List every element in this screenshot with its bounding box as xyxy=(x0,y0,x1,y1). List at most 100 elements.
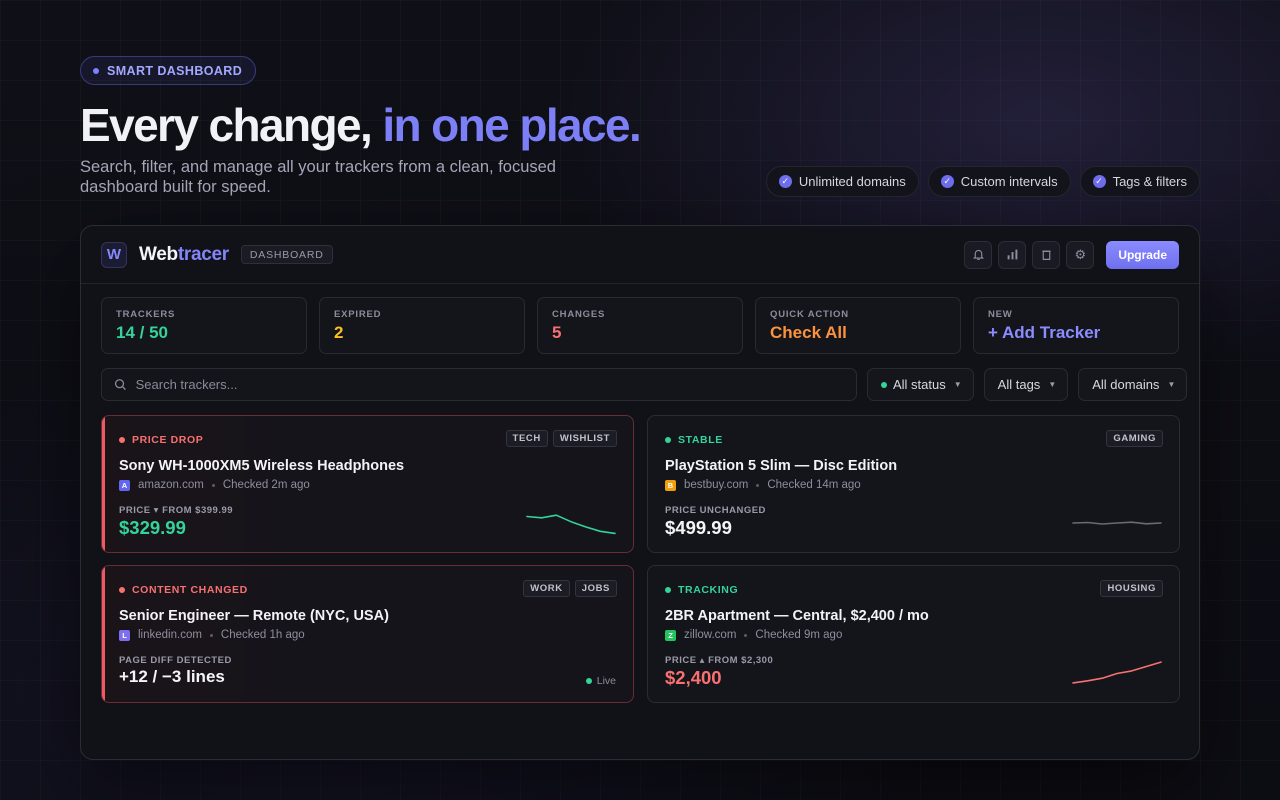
check-icon: ✓ xyxy=(778,175,792,188)
price-label: PRICE ▴ FROM $2,300 xyxy=(665,655,774,666)
eyebrow-dot xyxy=(93,67,99,74)
tracker-card-ps5[interactable]: STABLE GAMING PlayStation 5 Slim — Disc … xyxy=(647,415,1180,553)
card-status-label: STABLE xyxy=(678,434,723,446)
live-label: Live xyxy=(596,675,616,687)
top-actions: ⚙ Upgrade xyxy=(964,240,1179,269)
zillow-favicon-icon: Z xyxy=(665,629,676,641)
delete-button[interactable] xyxy=(1032,240,1061,269)
live-indicator: Live xyxy=(585,675,616,687)
card-status: PRICE DROP xyxy=(119,434,203,446)
tracker-card-linkedin[interactable]: CONTENT CHANGED WORK JOBS Senior Enginee… xyxy=(101,565,634,703)
stat-label: TRACKERS xyxy=(116,309,176,320)
status-dot xyxy=(119,587,125,593)
price-sparkline xyxy=(1072,661,1162,684)
chevron-down-icon: ▼ xyxy=(1167,380,1176,389)
search-box[interactable] xyxy=(101,368,857,401)
card-tags: HOUSING xyxy=(1100,580,1163,597)
card-checked: Checked 9m ago xyxy=(755,629,843,641)
stat-label: EXPIRED xyxy=(334,309,382,320)
stat-value: + Add Tracker xyxy=(988,323,1101,342)
status-filter[interactable]: All status ▼ xyxy=(867,368,974,401)
stat-value: 14 / 50 xyxy=(116,323,168,342)
brand-part2: tracer xyxy=(177,243,229,265)
settings-button[interactable]: ⚙ xyxy=(1066,240,1095,269)
status-dot xyxy=(881,381,887,388)
chevron-down-icon: ▼ xyxy=(953,380,962,389)
notifications-button[interactable] xyxy=(964,240,993,269)
hero-subhead: Search, filter, and manage all your trac… xyxy=(80,158,556,196)
card-checked: Checked 2m ago xyxy=(222,479,310,491)
tracker-card-sony[interactable]: PRICE DROP TECH WISHLIST Sony WH-1000XM5… xyxy=(101,415,634,553)
tag-chip[interactable]: WORK xyxy=(523,580,570,597)
card-price: $329.99 xyxy=(119,517,186,538)
card-price: $499.99 xyxy=(665,517,732,538)
tag-chip[interactable]: JOBS xyxy=(574,580,617,597)
feature-pill-intervals: ✓ Custom intervals xyxy=(927,166,1071,197)
trash-icon xyxy=(1042,250,1051,260)
stat-changes: CHANGES 5 xyxy=(537,297,743,354)
add-tracker-button[interactable]: NEW + Add Tracker xyxy=(973,297,1179,354)
diff-label: PAGE DIFF DETECTED xyxy=(119,655,232,666)
card-title[interactable]: PlayStation 5 Slim — Disc Edition xyxy=(665,458,897,474)
stat-expired: EXPIRED 2 xyxy=(319,297,525,354)
price-sparkline xyxy=(526,514,616,535)
card-meta: L linkedin.com Checked 1h ago xyxy=(119,629,305,641)
search-icon xyxy=(114,379,126,391)
bell-icon xyxy=(972,249,984,260)
tag-chip[interactable]: TECH xyxy=(505,430,548,447)
tracker-card-zillow[interactable]: TRACKING HOUSING 2BR Apartment — Central… xyxy=(647,565,1180,703)
card-title[interactable]: Senior Engineer — Remote (NYC, USA) xyxy=(119,608,389,624)
app-logo[interactable]: W xyxy=(101,241,127,268)
feature-label: Unlimited domains xyxy=(798,174,906,189)
card-title[interactable]: 2BR Apartment — Central, $2,400 / mo xyxy=(665,608,929,624)
card-tags: TECH WISHLIST xyxy=(505,430,617,447)
analytics-button[interactable] xyxy=(998,240,1027,269)
card-checked: Checked 1h ago xyxy=(220,629,305,641)
status-dot xyxy=(119,437,125,443)
stat-value: 2 xyxy=(334,323,344,342)
stats-row: TRACKERS 14 / 50 EXPIRED 2 CHANGES 5 QUI… xyxy=(101,297,1179,354)
feature-pill-tags: ✓ Tags & filters xyxy=(1079,166,1200,197)
tag-chip[interactable]: GAMING xyxy=(1106,430,1163,447)
feature-label: Tags & filters xyxy=(1112,174,1187,189)
card-checked: Checked 14m ago xyxy=(767,479,861,491)
card-domain: bestbuy.com xyxy=(684,479,749,491)
feature-pills: ✓ Unlimited domains ✓ Custom intervals ✓ Ta… xyxy=(765,166,1200,197)
check-icon: ✓ xyxy=(940,175,954,188)
tag-chip[interactable]: HOUSING xyxy=(1100,580,1163,597)
live-dot xyxy=(585,678,592,684)
price-sparkline xyxy=(1072,521,1162,525)
card-domain: zillow.com xyxy=(684,629,737,641)
tags-filter[interactable]: All tags ▼ xyxy=(983,368,1069,401)
card-title[interactable]: Sony WH-1000XM5 Wireless Headphones xyxy=(119,458,404,474)
stat-label: NEW xyxy=(988,309,1013,320)
stat-label: CHANGES xyxy=(552,309,606,320)
card-meta: A amazon.com Checked 2m ago xyxy=(119,479,310,491)
card-meta: Z zillow.com Checked 9m ago xyxy=(665,629,842,641)
tag-chip[interactable]: WISHLIST xyxy=(552,430,617,447)
check-icon: ✓ xyxy=(1092,175,1106,188)
meta-separator xyxy=(756,483,760,487)
card-price: $2,400 xyxy=(665,667,722,688)
meta-separator xyxy=(744,633,748,637)
headline-main: Every change, xyxy=(80,99,383,151)
card-status-label: PRICE DROP xyxy=(132,434,204,446)
search-input[interactable] xyxy=(135,377,844,392)
hero-headline: Every change, in one place. xyxy=(80,98,642,152)
check-all-button[interactable]: QUICK ACTION Check All xyxy=(755,297,961,354)
stat-label: QUICK ACTION xyxy=(770,309,849,320)
sparkline-path xyxy=(526,514,616,535)
eyebrow-label: SMART DASHBOARD xyxy=(107,63,243,78)
headline-accent: in one place. xyxy=(382,99,641,151)
card-status-label: CONTENT CHANGED xyxy=(132,584,248,596)
amazon-favicon-icon: A xyxy=(119,479,130,491)
bestbuy-favicon-icon: B xyxy=(665,479,676,491)
domains-filter[interactable]: All domains ▼ xyxy=(1078,368,1188,401)
tags-filter-label: All tags xyxy=(997,377,1041,392)
upgrade-button[interactable]: Upgrade xyxy=(1106,240,1179,269)
status-dot xyxy=(665,587,671,593)
card-meta: B bestbuy.com Checked 14m ago xyxy=(665,479,861,491)
status-dot xyxy=(665,437,671,443)
bar-chart-icon xyxy=(1007,249,1018,260)
card-domain: linkedin.com xyxy=(138,629,202,641)
